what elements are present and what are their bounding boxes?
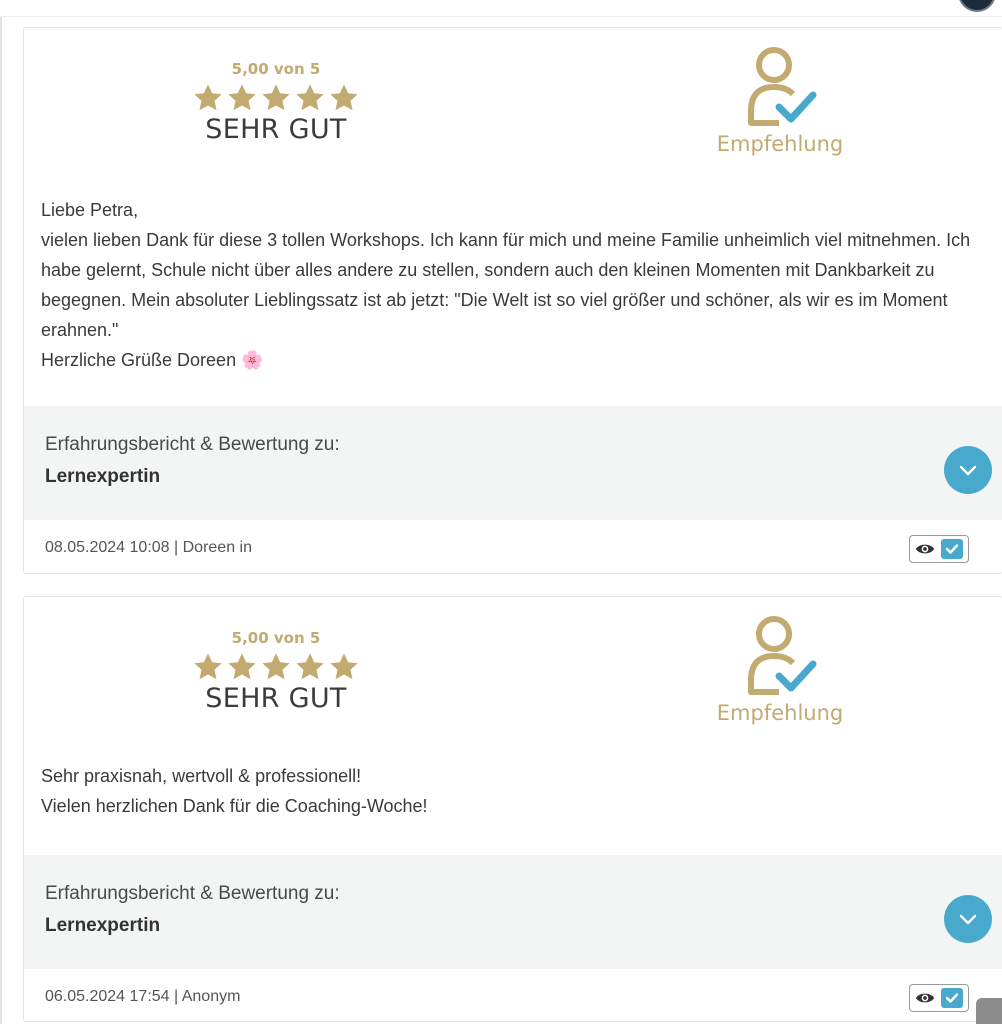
star-icon bbox=[194, 653, 222, 680]
recommendation-badge: Empfehlung bbox=[714, 614, 846, 726]
recommend-label: Empfehlung bbox=[716, 132, 844, 156]
eye-icon[interactable] bbox=[915, 541, 935, 557]
checkmark-icon bbox=[945, 993, 959, 1003]
star-icon bbox=[296, 84, 324, 111]
avatar[interactable] bbox=[958, 0, 996, 12]
star-icon bbox=[262, 653, 290, 680]
star-icon bbox=[228, 84, 256, 111]
star-icon bbox=[228, 653, 256, 680]
approved-checkbox[interactable] bbox=[941, 988, 963, 1008]
subject-label: Erfahrungsbericht & Bewertung zu: bbox=[45, 434, 340, 455]
star-icon bbox=[330, 653, 358, 680]
star-icon bbox=[296, 653, 324, 680]
star-icon bbox=[262, 84, 290, 111]
subject-name: Lernexpertin bbox=[45, 915, 161, 936]
review-text: Sehr praxisnah, wertvoll & professionell… bbox=[41, 766, 428, 816]
star-icon bbox=[194, 84, 222, 111]
review-status-controls bbox=[909, 535, 969, 563]
review-subject-band: Erfahrungsbericht & Bewertung zu: Lernex… bbox=[24, 406, 1002, 520]
star-rating bbox=[190, 82, 362, 114]
review-status-controls bbox=[909, 984, 969, 1012]
top-bar-remnant bbox=[0, 0, 1002, 17]
approved-checkbox[interactable] bbox=[941, 539, 963, 559]
recommend-user-check-icon bbox=[748, 47, 817, 126]
checkmark-icon bbox=[945, 544, 959, 554]
rating-block: 5,00 von 5 SEHR GUT bbox=[190, 629, 362, 715]
review-card: 5,00 von 5 SEHR GUT Empfehlung Liebe Pet… bbox=[23, 27, 1002, 574]
rating-score: 5,00 von 5 bbox=[231, 629, 321, 647]
subject-name: Lernexpertin bbox=[45, 466, 161, 487]
review-meta: 06.05.2024 17:54 | Anonym bbox=[45, 988, 241, 1005]
chevron-down-icon bbox=[959, 465, 977, 476]
subject-label: Erfahrungsbericht & Bewertung zu: bbox=[45, 883, 340, 904]
recommendation-badge: Empfehlung bbox=[714, 45, 846, 157]
recommend-label: Empfehlung bbox=[716, 701, 844, 725]
eye-icon[interactable] bbox=[915, 990, 935, 1006]
review-text: Liebe Petra, vielen lieben Dank für dies… bbox=[41, 200, 971, 370]
left-edge-divider bbox=[0, 0, 2, 1024]
rating-label: SEHR GUT bbox=[205, 683, 347, 714]
star-icon bbox=[330, 84, 358, 111]
review-card: 5,00 von 5 SEHR GUT Empfehlung Sehr prax… bbox=[23, 596, 1002, 1022]
expand-button[interactable] bbox=[944, 895, 992, 943]
review-subject-band: Erfahrungsbericht & Bewertung zu: Lernex… bbox=[24, 855, 1002, 969]
recommend-user-check-icon bbox=[748, 616, 817, 695]
chat-widget-corner[interactable] bbox=[976, 998, 1002, 1024]
rating-block: 5,00 von 5 SEHR GUT bbox=[190, 60, 362, 146]
rating-score: 5,00 von 5 bbox=[231, 60, 321, 78]
expand-button[interactable] bbox=[944, 446, 992, 494]
rating-label: SEHR GUT bbox=[205, 114, 347, 145]
review-meta: 08.05.2024 10:08 | Doreen in bbox=[45, 539, 252, 556]
chevron-down-icon bbox=[959, 914, 977, 925]
star-rating bbox=[190, 651, 362, 683]
